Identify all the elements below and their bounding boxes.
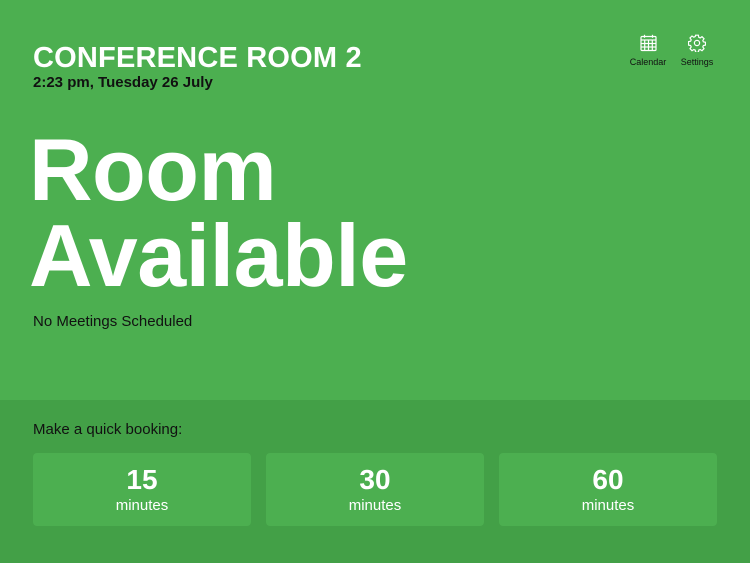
- booking-duration-unit: minutes: [115, 497, 169, 514]
- calendar-icon: [639, 34, 657, 52]
- booking-duration-unit: minutes: [581, 497, 635, 514]
- meetings-status: No Meetings Scheduled: [33, 313, 193, 330]
- room-name: CONFERENCE ROOM 2: [33, 42, 362, 74]
- calendar-button-label: Calendar: [629, 57, 667, 67]
- gear-icon: [688, 34, 706, 52]
- booking-duration-value: 15: [126, 464, 158, 495]
- book-15-minutes-button[interactable]: 15 minutes: [33, 453, 251, 526]
- quick-booking-label: Make a quick booking:: [33, 421, 183, 438]
- book-60-minutes-button[interactable]: 60 minutes: [499, 453, 717, 526]
- status-panel: CONFERENCE ROOM 2 2:23 pm, Tuesday 26 Ju…: [0, 0, 750, 400]
- settings-button[interactable]: Settings: [670, 34, 724, 74]
- booking-duration-value: 60: [592, 464, 624, 495]
- book-30-minutes-button[interactable]: 30 minutes: [266, 453, 484, 526]
- settings-button-label: Settings: [680, 57, 714, 67]
- quick-booking-panel: Make a quick booking: 15 minutes 30 minu…: [0, 400, 750, 563]
- booking-duration-value: 30: [359, 464, 391, 495]
- current-datetime: 2:23 pm, Tuesday 26 July: [33, 74, 213, 91]
- status-headline-line1: Room: [29, 120, 277, 219]
- calendar-button[interactable]: Calendar: [621, 34, 675, 74]
- booking-duration-unit: minutes: [348, 497, 402, 514]
- status-headline-line2: Available: [29, 206, 408, 305]
